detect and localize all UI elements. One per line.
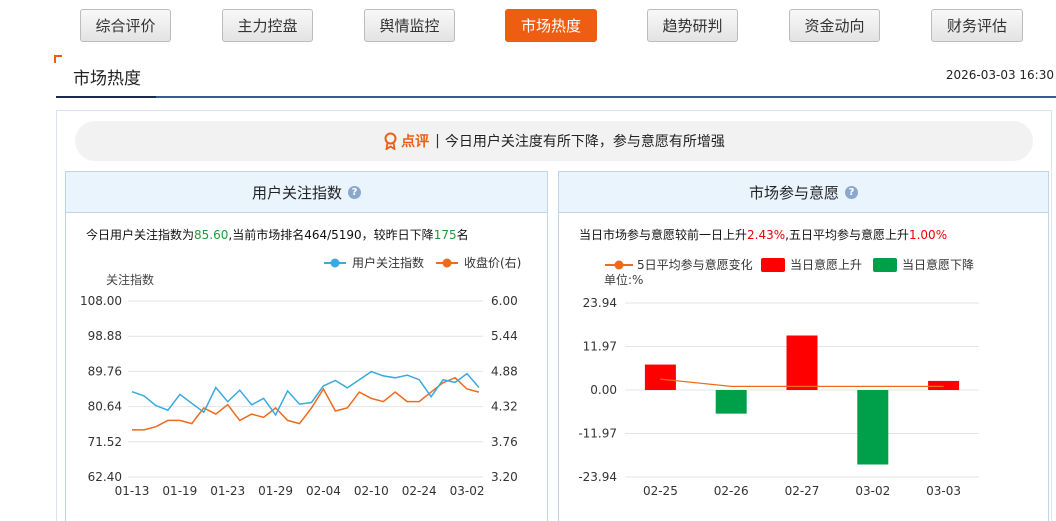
y-tick-right: 3.76 (491, 435, 518, 449)
legend-label-up: 当日意愿上升 (790, 257, 862, 272)
y-tick-right: 4.32 (491, 400, 518, 414)
y-tick: -11.97 (578, 427, 617, 441)
participation-avg-change: 1.00% (908, 228, 948, 242)
comment-separator: | (435, 133, 440, 149)
help-icon[interactable]: ? (845, 185, 858, 199)
attention-rank-change: 175 (433, 228, 457, 242)
attention-index-line (131, 370, 480, 417)
x-tick: 01-13 (115, 484, 150, 498)
y-tick-right: 6.00 (491, 294, 518, 308)
y-axis-title: 关注指数 (106, 272, 154, 287)
legend-label-0: 用户关注指数 (352, 255, 424, 270)
attention-index-value: 85.60 (194, 228, 229, 242)
attention-desc-text: 今日用户关注指数为 (86, 228, 195, 242)
update-timestamp: 2026-03-03 16:30 (945, 68, 1054, 82)
attention-panel-header: 用户关注指数 ? (66, 172, 547, 213)
title-underline-accent (56, 96, 156, 98)
participation-day-change: 2.43% (747, 228, 786, 242)
tab-trend[interactable]: 趋势研判 (647, 9, 738, 42)
y-tick: 23.94 (583, 296, 617, 310)
x-tick: 02-10 (354, 484, 389, 498)
attention-line-chart: 用户关注指数 收盘价(右) 关注指数 108.00 6.00 98.88 5.44 89.76… (80, 255, 521, 498)
comment-text: 今日用户关注度有所下降，参与意愿有所增强 (444, 134, 725, 150)
comment-label: 点评 (401, 134, 430, 150)
x-tick: 03-02 (450, 484, 485, 498)
participation-desc-text-2: ,五日平均参与意愿上升 (785, 228, 909, 242)
legend-label-down: 当日意愿下降 (902, 257, 974, 272)
y-tick: -23.94 (578, 470, 617, 484)
y-tick-left: 89.76 (88, 364, 122, 378)
y-tick: 0.00 (590, 383, 617, 397)
y-tick-right: 4.88 (491, 364, 518, 378)
y-tick-right: 3.20 (491, 470, 518, 484)
bar-up (928, 380, 960, 390)
x-tick: 02-04 (306, 484, 341, 498)
comment-bar: 点评 | 今日用户关注度有所下降，参与意愿有所增强 (75, 121, 1033, 161)
y-tick-right: 5.44 (491, 329, 518, 343)
y-tick-left: 62.40 (88, 470, 122, 484)
x-tick: 03-02 (855, 484, 890, 498)
attention-desc-text-3: 名 (456, 228, 469, 242)
award-icon (384, 132, 397, 150)
legend-marker-1 (442, 258, 452, 268)
tab-overall-rating[interactable]: 综合评价 (80, 9, 171, 42)
legend-label-1: 收盘价(右) (464, 255, 521, 270)
tab-financial[interactable]: 财务评估 (931, 9, 1023, 42)
legend-swatch-down (873, 258, 897, 272)
x-tick: 02-26 (714, 484, 749, 498)
unit-label: 单位:% (604, 272, 643, 287)
bar-down (857, 390, 889, 465)
x-tick: 02-25 (643, 484, 678, 498)
participation-description: 当日市场参与意愿较前一日上升2.43%,五日平均参与意愿上升1.00% (579, 226, 947, 243)
tab-market-heat[interactable]: 市场热度 (505, 9, 597, 42)
bar-up (786, 335, 818, 390)
y-tick: 11.97 (583, 340, 617, 354)
participation-desc-text: 当日市场参与意愿较前一日上升 (579, 228, 748, 242)
x-tick: 02-27 (785, 484, 820, 498)
participation-bar-chart: 5日平均参与意愿变化 当日意愿上升 当日意愿下降单位:% 23.94 11.97 0.00… (578, 257, 979, 498)
attention-panel-title: 用户关注指数 (251, 183, 342, 202)
attention-desc-text-2: ,当前市场排名464/5190，较昨日下降 (228, 228, 434, 242)
tab-main-force[interactable]: 主力控盘 (222, 9, 313, 42)
participation-panel-header: 市场参与意愿 ? (559, 172, 1048, 213)
tab-sentiment[interactable]: 舆情监控 (364, 9, 455, 42)
y-tick-left: 108.00 (80, 294, 122, 308)
x-tick: 02-24 (402, 484, 437, 498)
participation-panel-title: 市场参与意愿 (748, 183, 839, 202)
title-corner-mark (54, 55, 62, 63)
legend-marker-0 (330, 258, 340, 268)
section-title: 市场热度 (73, 69, 141, 89)
x-tick: 01-19 (162, 484, 197, 498)
legend-marker-avg (614, 260, 624, 270)
x-tick: 01-29 (258, 484, 293, 498)
y-tick-left: 71.52 (88, 435, 122, 449)
y-tick-left: 98.88 (88, 329, 122, 343)
bar-up (644, 364, 676, 390)
y-tick-left: 80.64 (88, 400, 122, 414)
bar-down (715, 390, 747, 414)
title-underline (156, 96, 1056, 98)
legend-swatch-up (761, 258, 785, 272)
legend-label-avg: 5日平均参与意愿变化 (637, 257, 753, 272)
tab-fund-flow[interactable]: 资金动向 (789, 9, 880, 42)
help-icon[interactable]: ? (348, 185, 361, 199)
attention-description: 今日用户关注指数为85.60,当前市场排名464/5190，较昨日下降175名 (86, 226, 469, 243)
x-tick: 03-03 (926, 484, 961, 498)
x-tick: 01-23 (210, 484, 245, 498)
